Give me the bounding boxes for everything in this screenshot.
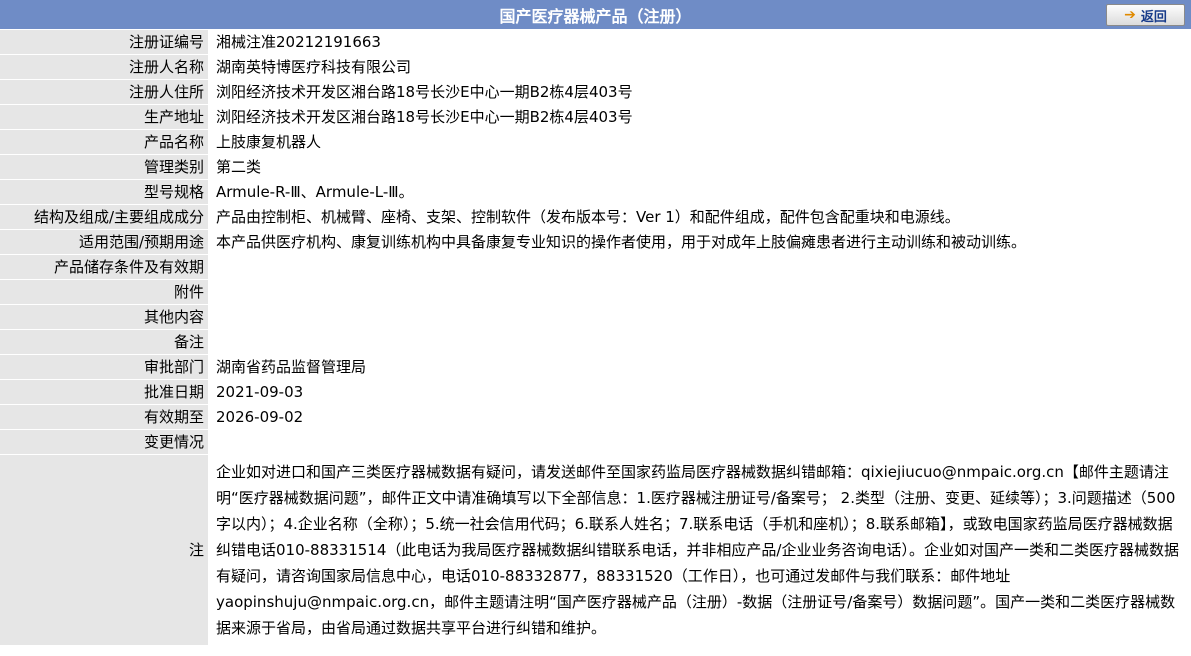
row-value: [208, 429, 1191, 455]
table-row: 生产地址 浏阳经济技术开发区湘台路18号长沙E中心一期B2栋4层403号: [0, 104, 1191, 130]
row-label: 注册人名称: [0, 54, 208, 80]
row-label: 注册证编号: [0, 30, 208, 55]
row-label: 管理类别: [0, 154, 208, 180]
row-value: 本产品供医疗机构、康复训练机构中具备康复专业知识的操作者使用，用于对成年上肢偏瘫…: [208, 229, 1191, 255]
row-value: 浏阳经济技术开发区湘台路18号长沙E中心一期B2栋4层403号: [208, 79, 1191, 105]
table-row: 产品名称 上肢康复机器人: [0, 129, 1191, 155]
page-title: 国产医疗器械产品（注册）: [499, 6, 692, 26]
note-text: 企业如对进口和国产三类医疗器械数据有疑问，请发送邮件至国家药监局医疗器械数据纠错…: [208, 454, 1191, 646]
detail-table: 注册证编号 湘械注准20212191663 注册人名称 湖南英特博医疗科技有限公司 注册…: [0, 30, 1191, 646]
table-row: 备注: [0, 329, 1191, 355]
table-row: 注册人住所 浏阳经济技术开发区湘台路18号长沙E中心一期B2栋4层403号: [0, 79, 1191, 105]
table-row: 其他内容: [0, 304, 1191, 330]
row-label: 其他内容: [0, 304, 208, 330]
table-row: 变更情况: [0, 429, 1191, 455]
row-label: 产品名称: [0, 129, 208, 155]
back-button-label: 返回: [1140, 9, 1167, 25]
row-value: 产品由控制柜、机械臂、座椅、支架、控制软件（发布版本号：Ver 1）和配件组成，…: [208, 204, 1191, 230]
back-button[interactable]: ➔ 返回: [1106, 4, 1185, 26]
table-row: 结构及组成/主要组成成分 产品由控制柜、机械臂、座椅、支架、控制软件（发布版本号：…: [0, 204, 1191, 230]
row-label: 审批部门: [0, 354, 208, 380]
row-label: 型号规格: [0, 179, 208, 205]
row-label: 附件: [0, 279, 208, 305]
table-row: 适用范围/预期用途 本产品供医疗机构、康复训练机构中具备康复专业知识的操作者使用，…: [0, 229, 1191, 255]
row-label: 产品储存条件及有效期: [0, 254, 208, 280]
row-value: 浏阳经济技术开发区湘台路18号长沙E中心一期B2栋4层403号: [208, 104, 1191, 130]
table-row: 审批部门 湖南省药品监督管理局: [0, 354, 1191, 380]
row-value: [208, 304, 1191, 330]
row-label: 注册人住所: [0, 79, 208, 105]
row-label: 结构及组成/主要组成成分: [0, 204, 208, 230]
note-label: 注: [0, 454, 208, 646]
row-value: 2021-09-03: [208, 379, 1191, 405]
arrow-right-icon: ➔: [1124, 7, 1136, 23]
table-row: 型号规格 Armule-R-Ⅲ、Armule-L-Ⅲ。: [0, 179, 1191, 205]
row-value: 湘械注准20212191663: [208, 30, 1191, 55]
page: 国产医疗器械产品（注册） ➔ 返回 注册证编号 湘械注准20212191663 注册…: [0, 0, 1191, 656]
row-label: 有效期至: [0, 404, 208, 430]
row-label: 变更情况: [0, 429, 208, 455]
table-row: 附件: [0, 279, 1191, 305]
row-label: 批准日期: [0, 379, 208, 405]
row-value: 第二类: [208, 154, 1191, 180]
row-value: Armule-R-Ⅲ、Armule-L-Ⅲ。: [208, 179, 1191, 205]
row-label: 适用范围/预期用途: [0, 229, 208, 255]
row-label: 生产地址: [0, 104, 208, 130]
table-row: 有效期至 2026-09-02: [0, 404, 1191, 430]
table-row: 产品储存条件及有效期: [0, 254, 1191, 280]
row-value: [208, 279, 1191, 305]
row-label: 备注: [0, 329, 208, 355]
row-value: 湖南英特博医疗科技有限公司: [208, 54, 1191, 80]
table-row: 注册证编号 湘械注准20212191663: [0, 30, 1191, 55]
table-row: 批准日期 2021-09-03: [0, 379, 1191, 405]
row-value: 2026-09-02: [208, 404, 1191, 430]
note-row: 注企业如对进口和国产三类医疗器械数据有疑问，请发送邮件至国家药监局医疗器械数据纠…: [0, 454, 1191, 646]
row-value: 上肢康复机器人: [208, 129, 1191, 155]
row-value: 湖南省药品监督管理局: [208, 354, 1191, 380]
row-value: [208, 254, 1191, 280]
row-value: [208, 329, 1191, 355]
table-row: 注册人名称 湖南英特博医疗科技有限公司: [0, 54, 1191, 80]
table-row: 管理类别 第二类: [0, 154, 1191, 180]
page-header: 国产医疗器械产品（注册） ➔ 返回: [0, 0, 1191, 30]
